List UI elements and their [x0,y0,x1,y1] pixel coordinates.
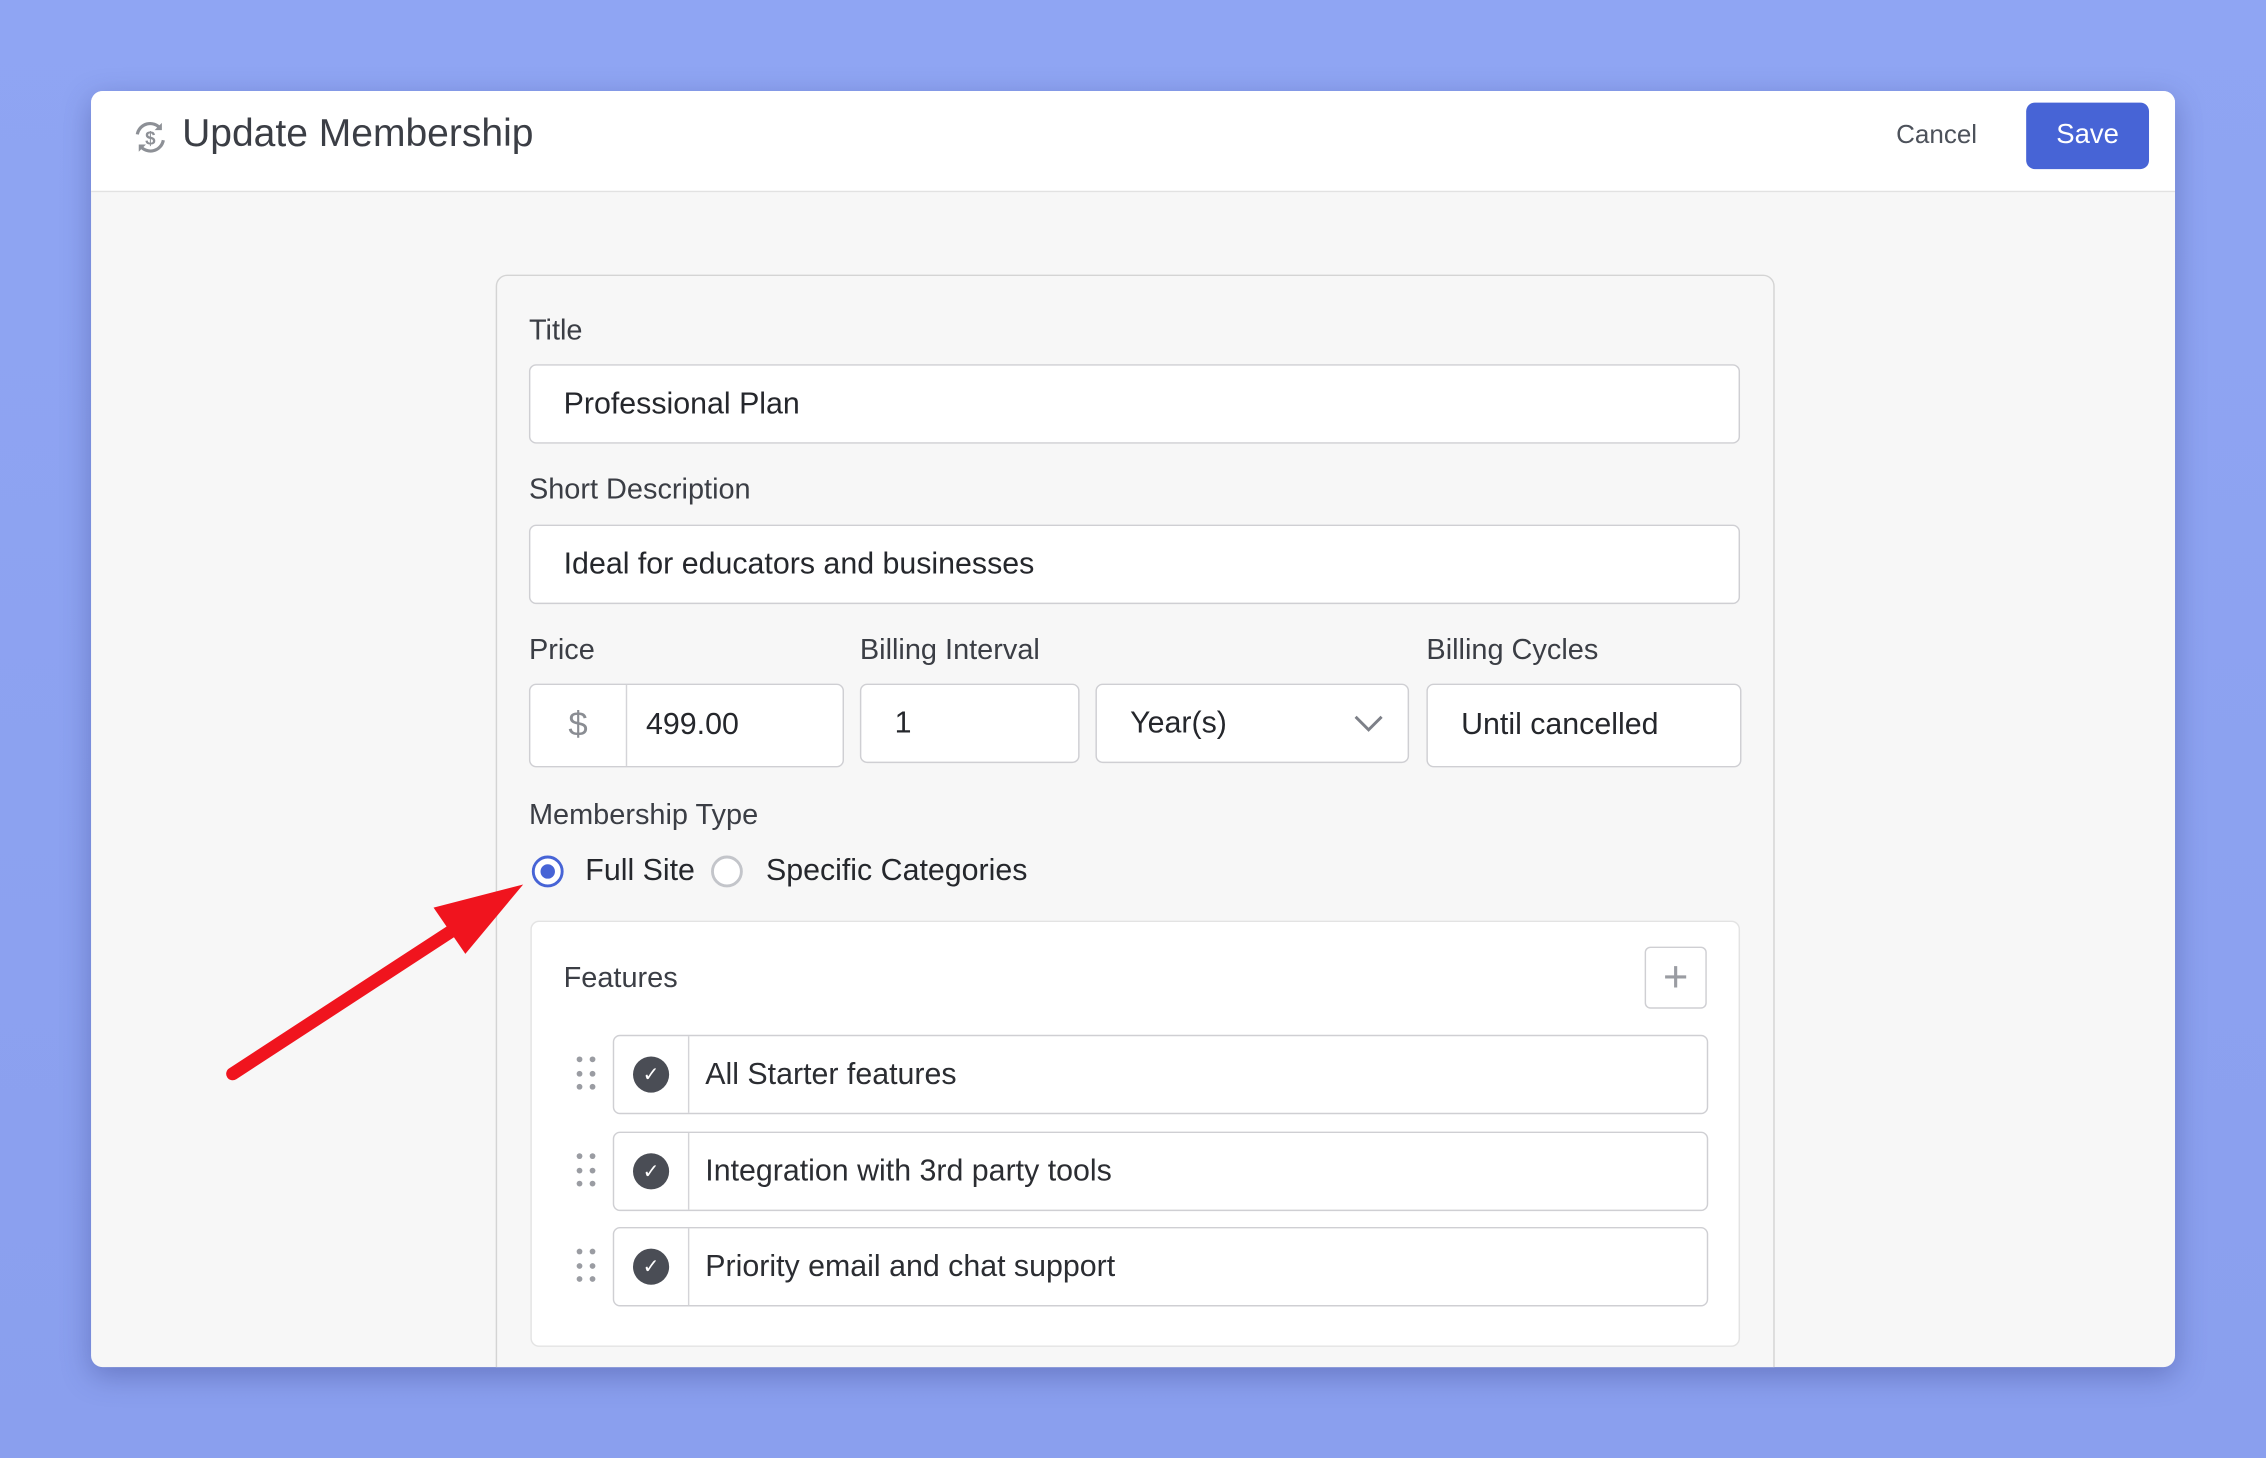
stage: $ Update Membership Cancel Save Title Pr… [0,0,2266,1458]
annotation-arrow [226,884,524,1081]
